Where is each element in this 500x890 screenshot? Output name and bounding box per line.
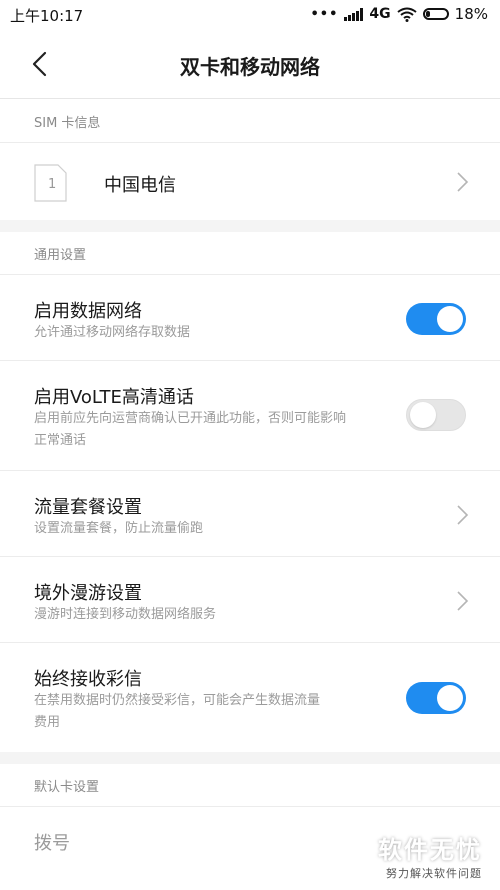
setting-title: 始终接收彩信 bbox=[34, 669, 142, 690]
watermark-brand: 软件无忧 bbox=[378, 836, 482, 864]
signal-icon bbox=[344, 7, 364, 21]
setting-subtitle: 在禁用数据时仍然接受彩信，可能会产生数据流量费用 bbox=[34, 693, 321, 730]
battery-percent: 18% bbox=[454, 5, 488, 23]
watermark: 软件无忧 努力解决软件问题 bbox=[378, 830, 482, 881]
setting-row-roaming[interactable]: 境外漫游设置 漫游时连接到移动数据网络服务 bbox=[0, 556, 500, 643]
mms-toggle[interactable] bbox=[406, 682, 466, 714]
setting-title: 启用数据网络 bbox=[34, 301, 142, 322]
setting-subtitle: 允许通过移动网络存取数据 bbox=[34, 325, 191, 340]
header-bar: 双卡和移动网络 bbox=[0, 30, 500, 99]
setting-subtitle: 启用前应先向运营商确认已开通此功能，否则可能影响正常通话 bbox=[34, 411, 347, 448]
section-divider bbox=[0, 220, 500, 232]
data-network-toggle[interactable] bbox=[406, 303, 466, 335]
sim-card-row[interactable]: 1 中国电信 bbox=[0, 142, 500, 221]
setting-title: 拨号 bbox=[34, 833, 70, 854]
wifi-icon bbox=[397, 7, 417, 22]
watermark-tagline: 努力解决软件问题 bbox=[386, 867, 482, 880]
battery-icon bbox=[422, 8, 449, 20]
sim-carrier-name: 中国电信 bbox=[104, 175, 176, 196]
page-title: 双卡和移动网络 bbox=[180, 55, 320, 79]
chevron-right-icon bbox=[457, 591, 469, 611]
setting-title: 流量套餐设置 bbox=[34, 497, 142, 518]
setting-row-volte[interactable]: 启用VoLTE高清通话 启用前应先向运营商确认已开通此功能，否则可能影响正常通话 bbox=[0, 360, 500, 471]
volte-toggle[interactable] bbox=[406, 399, 466, 431]
setting-row-data-plan[interactable]: 流量套餐设置 设置流量套餐，防止流量偷跑 bbox=[0, 470, 500, 557]
sim-slot-number: 1 bbox=[48, 177, 57, 192]
network-type: 4G bbox=[369, 6, 391, 22]
setting-title: 境外漫游设置 bbox=[34, 583, 142, 604]
setting-subtitle: 漫游时连接到移动数据网络服务 bbox=[34, 607, 217, 622]
status-bar: 上午10:17 ••• 4G 18% bbox=[0, 0, 500, 30]
setting-row-mms[interactable]: 始终接收彩信 在禁用数据时仍然接受彩信，可能会产生数据流量费用 bbox=[0, 642, 500, 753]
chevron-right-icon bbox=[457, 172, 469, 192]
status-time: 上午10:17 bbox=[10, 7, 84, 25]
setting-subtitle: 设置流量套餐，防止流量偷跑 bbox=[34, 521, 204, 536]
setting-row-data-network[interactable]: 启用数据网络 允许通过移动网络存取数据 bbox=[0, 274, 500, 361]
setting-title: 启用VoLTE高清通话 bbox=[34, 387, 194, 408]
notification-dots-icon: ••• bbox=[310, 6, 339, 22]
section-divider bbox=[0, 752, 500, 764]
chevron-right-icon bbox=[457, 505, 469, 525]
